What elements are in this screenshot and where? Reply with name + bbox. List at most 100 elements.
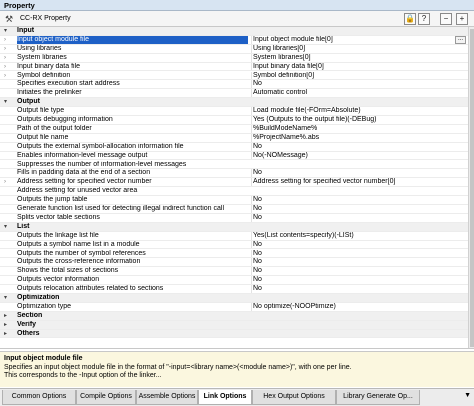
chevron-right-icon[interactable]: ›: [4, 63, 11, 71]
property-value[interactable]: No: [251, 80, 468, 89]
tab-library-generate-op[interactable]: Library Generate Op...: [336, 390, 420, 405]
category-row[interactable]: ▸ Others: [0, 329, 468, 339]
category-row[interactable]: ▾ List: [0, 222, 468, 232]
collapse-icon[interactable]: ▾: [4, 27, 11, 35]
property-name: Fills in padding data at the end of a se…: [17, 169, 151, 177]
collapse-icon[interactable]: ▾: [4, 98, 11, 106]
help-icon[interactable]: ?: [418, 13, 430, 25]
property-row[interactable]: Fills in padding data at the end of a se…: [0, 169, 468, 179]
property-value[interactable]: Yes(List contents=specify)(-LISt): [251, 231, 468, 240]
property-row[interactable]: Suppresses the number of information-lev…: [0, 161, 468, 170]
tab-link-options[interactable]: Link Options: [198, 390, 252, 405]
property-name: Outputs debugging information: [17, 116, 113, 123]
category-row[interactable]: ▾ Output: [0, 98, 468, 108]
property-row[interactable]: Outputs debugging information Yes (Output…: [0, 116, 468, 125]
lock-icon[interactable]: 🔒: [404, 13, 416, 25]
property-row[interactable]: › Input object module file Input object mo…: [0, 35, 468, 45]
property-value[interactable]: No: [251, 240, 468, 249]
browse-button[interactable]: ...: [455, 36, 466, 44]
property-value[interactable]: No: [251, 169, 468, 178]
property-row[interactable]: Outputs the external symbol-allocation i…: [0, 142, 468, 152]
property-row[interactable]: Output file type Load module file(-FOrm=A…: [0, 107, 468, 116]
category-row[interactable]: ▾ Optimization: [0, 294, 468, 303]
category-name: Others: [17, 329, 40, 337]
property-row[interactable]: Outputs the linkage list file Yes(List co…: [0, 231, 468, 241]
property-row[interactable]: Outputs the number of symbol references N…: [0, 249, 468, 259]
property-row[interactable]: Enables information-level message output…: [0, 151, 468, 161]
property-value[interactable]: No: [251, 213, 468, 222]
chevron-right-icon[interactable]: ›: [4, 178, 11, 186]
property-name: Outputs relocation attributes related to…: [17, 285, 164, 293]
property-value[interactable]: No: [251, 142, 468, 151]
property-row[interactable]: Outputs the jump table No: [0, 196, 468, 205]
property-row[interactable]: Address setting for unused vector area: [0, 187, 468, 197]
property-value[interactable]: Input object module file[0]: [251, 35, 468, 44]
category-row[interactable]: ▸ Section: [0, 311, 468, 321]
collapse-icon[interactable]: ▾: [4, 294, 11, 302]
chevron-down-icon[interactable]: ▼: [464, 392, 471, 399]
category-row[interactable]: ▾ Input: [0, 27, 468, 36]
chevron-right-icon[interactable]: ›: [4, 54, 11, 62]
property-value[interactable]: %BuildModeName%: [251, 124, 468, 133]
property-value[interactable]: Using libraries[0]: [251, 44, 468, 53]
property-value[interactable]: No: [251, 258, 468, 267]
property-name: Outputs the number of symbol references: [17, 249, 146, 257]
property-row[interactable]: Outputs relocation attributes related to…: [0, 285, 468, 294]
property-value[interactable]: No: [251, 267, 468, 276]
property-value[interactable]: Load module file(-FOrm=Absolute): [251, 107, 468, 115]
property-name: Address setting for specified vector num…: [17, 178, 152, 186]
property-value[interactable]: No: [251, 249, 468, 258]
minus-icon[interactable]: −: [440, 13, 452, 25]
property-value[interactable]: No(-NOMessage): [251, 151, 468, 160]
property-name: Outputs the linkage list file: [17, 231, 99, 239]
property-value[interactable]: No: [251, 196, 468, 204]
chevron-right-icon[interactable]: ›: [4, 72, 11, 80]
property-row[interactable]: Outputs a symbol name list in a module No: [0, 240, 468, 250]
property-row[interactable]: Outputs the cross-reference information N…: [0, 258, 468, 268]
property-row[interactable]: Path of the output folder %BuildModeName%: [0, 124, 468, 134]
expand-icon[interactable]: ▸: [4, 321, 11, 329]
collapse-icon[interactable]: ▾: [4, 223, 11, 231]
property-row[interactable]: Generate function list used for detectin…: [0, 205, 468, 214]
plus-icon[interactable]: +: [456, 13, 468, 25]
property-value[interactable]: Yes (Outputs to the output file)(-DEBug): [251, 116, 468, 124]
property-value[interactable]: Input binary data file[0]: [251, 62, 468, 71]
property-value[interactable]: %ProjectName%.abs: [251, 133, 468, 142]
property-row[interactable]: Shows the total sizes of sections No: [0, 267, 468, 277]
property-row[interactable]: › Input binary data file Input binary data…: [0, 62, 468, 72]
property-value[interactable]: System libraries[0]: [251, 53, 468, 62]
property-value[interactable]: No: [251, 205, 468, 213]
property-row[interactable]: Optimization type No optimize(-NOOPtimize…: [0, 302, 468, 312]
property-value[interactable]: No: [251, 276, 468, 285]
property-value[interactable]: Automatic control: [251, 89, 468, 98]
expand-icon[interactable]: ▸: [4, 330, 11, 338]
property-row[interactable]: Splits vector table sections No: [0, 213, 468, 223]
property-value[interactable]: Address setting for specified vector num…: [251, 178, 468, 187]
property-value[interactable]: No optimize(-NOOPtimize): [251, 302, 468, 311]
expand-icon[interactable]: ▸: [4, 312, 11, 320]
property-name: Generate function list used for detectin…: [17, 205, 225, 212]
property-row[interactable]: Specifies execution start address No: [0, 80, 468, 90]
category-name: Output: [17, 98, 40, 106]
chevron-right-icon[interactable]: ›: [4, 45, 11, 53]
property-row[interactable]: › System libraries System libraries[0]: [0, 53, 468, 63]
property-row[interactable]: › Symbol definition Symbol definition[0]: [0, 71, 468, 81]
property-value[interactable]: Symbol definition[0]: [251, 71, 468, 80]
tab-common-options[interactable]: Common Options: [2, 390, 76, 405]
category-row[interactable]: ▸ Verify: [0, 320, 468, 330]
property-row[interactable]: Outputs vector information No: [0, 276, 468, 286]
property-name: Outputs the external symbol-allocation i…: [17, 142, 184, 150]
tab-hex-output-options[interactable]: Hex Output Options: [252, 390, 336, 405]
scrollbar-thumb[interactable]: [470, 29, 474, 347]
tab-assemble-options[interactable]: Assemble Options: [136, 390, 198, 405]
property-row[interactable]: Initiates the prelinker Automatic control: [0, 89, 468, 99]
property-value[interactable]: No: [251, 285, 468, 293]
description-line-1: Specifies an input object module file in…: [4, 363, 352, 371]
vertical-scrollbar[interactable]: [468, 27, 474, 348]
property-row[interactable]: Output file name %ProjectName%.abs: [0, 133, 468, 143]
property-row[interactable]: › Using libraries Using libraries[0]: [0, 44, 468, 54]
property-row[interactable]: › Address setting for specified vector nu…: [0, 178, 468, 188]
chevron-right-icon[interactable]: ›: [4, 36, 11, 44]
option-tabs: ▼ Common Options Compile Options Assemble …: [0, 388, 474, 406]
tab-compile-options[interactable]: Compile Options: [76, 390, 136, 405]
